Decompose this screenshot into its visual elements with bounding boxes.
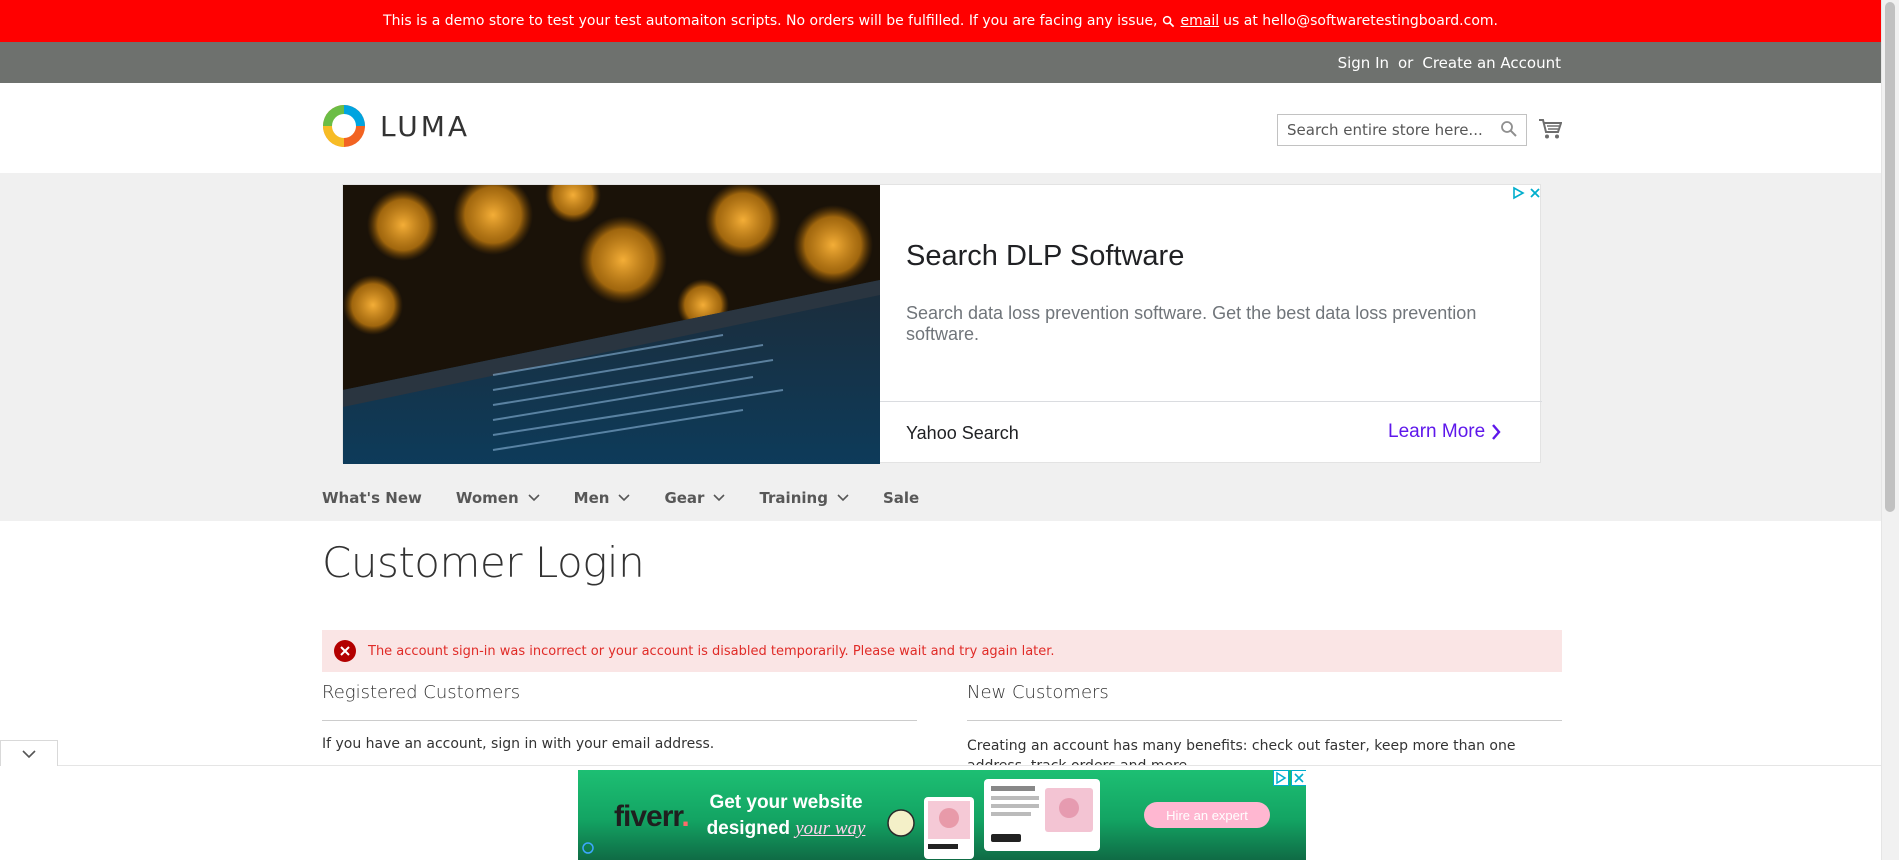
display-ad[interactable]: Search DLP Software Search data loss pre…	[342, 184, 1542, 464]
ad-cta-label: Learn More	[1388, 421, 1486, 442]
product-card-image	[924, 797, 974, 859]
registered-customers-title: Registered Customers	[322, 682, 521, 703]
fiverr-banner-ad[interactable]: fiverr. Get your website designed your w…	[578, 770, 1306, 860]
logo-wordmark: LUMA	[380, 109, 471, 143]
cart-icon[interactable]	[1538, 118, 1562, 140]
ad-image	[343, 185, 880, 464]
chevron-right-icon	[1492, 424, 1501, 440]
error-message: The account sign-in was incorrect or you…	[322, 630, 1562, 672]
ad-learn-more-button[interactable]: Learn More	[1388, 421, 1501, 443]
chevron-down-icon	[618, 494, 631, 502]
nav-label: Gear	[664, 489, 705, 507]
header-panel: Sign In or Create an Account	[0, 42, 1881, 83]
header-links: Sign In or Create an Account	[1338, 42, 1561, 83]
email-link[interactable]: email	[1181, 13, 1220, 29]
notice-text-after: us at hello@softwaretestingboard.com.	[1223, 13, 1498, 29]
logo[interactable]: LUMA	[322, 104, 470, 148]
nav-item-gear[interactable]: Gear	[664, 489, 726, 507]
scrollbar-thumb[interactable]	[1885, 2, 1895, 512]
registered-customers-text: If you have an account, sign in with you…	[322, 736, 715, 752]
banner-headline-line1: Get your website	[709, 792, 863, 813]
chevron-down-icon	[837, 494, 849, 502]
search-placeholder: Search entire store here...	[1287, 121, 1483, 139]
nav-label: Sale	[882, 489, 920, 507]
search-icon[interactable]	[1500, 120, 1518, 138]
chevron-down-icon	[528, 494, 540, 502]
banner-ad-choices[interactable]	[1273, 770, 1306, 786]
main-navigation: What's New Women Men Gear Training Sale	[322, 482, 953, 514]
nav-item-whats-new[interactable]: What's New	[322, 489, 422, 507]
nav-label: What's New	[322, 489, 422, 507]
notice-text: This is a demo store to test your test a…	[383, 13, 1158, 29]
banner-headline-emphasis: your way	[795, 818, 866, 839]
fiverr-logo: fiverr.	[614, 800, 690, 833]
ad-choices[interactable]	[1511, 186, 1542, 200]
website-mockup-image	[984, 779, 1100, 851]
ad-info-icon[interactable]	[582, 842, 594, 854]
new-customers-title: New Customers	[967, 682, 1109, 703]
divider	[322, 720, 917, 721]
ad-source: Yahoo Search	[906, 423, 1019, 443]
ad-divider	[880, 401, 1542, 402]
chevron-down-icon	[22, 749, 36, 758]
adchoices-icon[interactable]	[1511, 186, 1525, 200]
create-account-link[interactable]: Create an Account	[1422, 54, 1561, 72]
adchoices-icon[interactable]	[1273, 770, 1289, 786]
close-icon[interactable]	[1291, 770, 1306, 786]
chevron-down-icon	[713, 494, 726, 502]
close-icon[interactable]	[1528, 186, 1542, 200]
circle-decoration-icon	[887, 809, 915, 837]
ad-description: Search data loss prevention software. Ge…	[906, 303, 1477, 344]
error-icon	[334, 640, 356, 662]
banner-headline: Get your website designed your way	[706, 790, 866, 842]
ad-title[interactable]: Search DLP Software	[906, 240, 1184, 273]
page-title: Customer Login	[322, 538, 645, 587]
divider	[967, 720, 1562, 721]
sign-in-link[interactable]: Sign In	[1338, 54, 1389, 72]
banner-headline-word: designed	[706, 818, 790, 839]
sticky-ad-toggle[interactable]	[0, 740, 58, 766]
luma-logo-icon	[323, 105, 365, 147]
magnifier-icon	[1162, 15, 1174, 27]
error-text: The account sign-in was incorrect or you…	[368, 643, 1055, 659]
search-input[interactable]: Search entire store here...	[1277, 114, 1527, 146]
nav-item-women[interactable]: Women	[456, 489, 540, 507]
fiverr-logo-text: fiverr	[614, 800, 682, 833]
nav-item-men[interactable]: Men	[574, 489, 631, 507]
demo-notice-bar: This is a demo store to test your test a…	[0, 0, 1881, 42]
hire-expert-button[interactable]: Hire an expert	[1144, 802, 1270, 828]
nav-item-training[interactable]: Training	[759, 489, 849, 507]
nav-label: Men	[573, 489, 610, 507]
or-text: or	[1398, 53, 1414, 72]
nav-item-sale[interactable]: Sale	[883, 489, 919, 507]
nav-label: Women	[455, 489, 519, 507]
nav-label: Training	[759, 489, 828, 507]
